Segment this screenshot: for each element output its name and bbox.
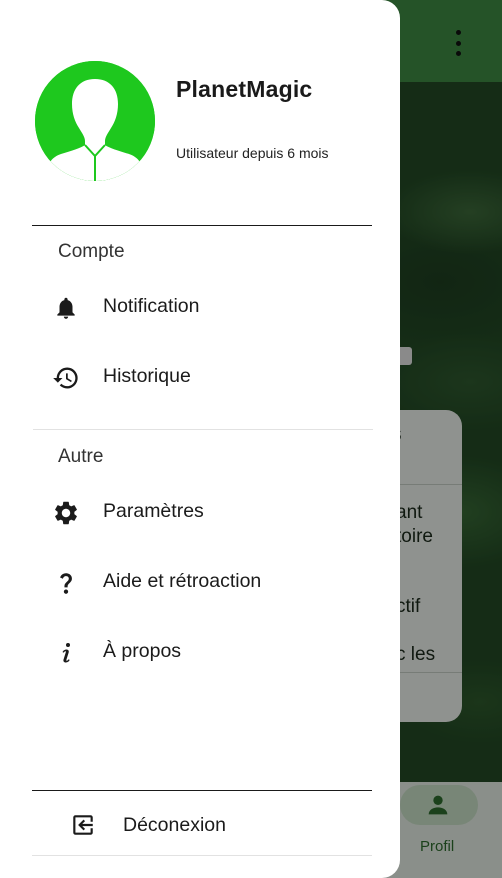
- avatar[interactable]: [35, 61, 155, 181]
- info-icon: [52, 639, 80, 667]
- menu-item-label: Paramètres: [103, 500, 204, 522]
- user-name: PlanetMagic: [176, 76, 313, 102]
- menu-item-label: Historique: [103, 365, 191, 387]
- menu-item-settings[interactable]: Paramètres: [0, 485, 400, 541]
- footer-divider: [32, 790, 372, 791]
- history-icon: [52, 364, 80, 392]
- menu-item-help[interactable]: Aide et rétroaction: [0, 555, 400, 611]
- menu-item-about[interactable]: À propos: [0, 625, 400, 681]
- menu-item-notification[interactable]: Notification: [0, 280, 400, 336]
- logout-label: Déconexion: [123, 814, 226, 836]
- user-membership-duration: Utilisateur depuis 6 mois: [176, 145, 329, 161]
- menu-item-label: À propos: [103, 640, 182, 662]
- menu-item-label: Aide et rétroaction: [103, 570, 262, 592]
- header-divider: [32, 225, 372, 226]
- gear-icon: [52, 499, 80, 527]
- bottom-divider: [32, 855, 372, 856]
- logout-button[interactable]: Déconexion: [0, 798, 400, 854]
- question-icon: [52, 569, 80, 597]
- section-title-account: Compte: [58, 241, 125, 262]
- section-divider: [33, 429, 373, 430]
- menu-item-label: Notification: [103, 295, 200, 317]
- section-title-other: Autre: [58, 446, 104, 467]
- navigation-drawer: PlanetMagic Utilisateur depuis 6 mois Co…: [0, 0, 400, 878]
- logout-icon: [69, 811, 97, 839]
- bell-icon: [52, 294, 80, 322]
- menu-item-history[interactable]: Historique: [0, 350, 400, 406]
- user-silhouette-icon: [35, 61, 155, 181]
